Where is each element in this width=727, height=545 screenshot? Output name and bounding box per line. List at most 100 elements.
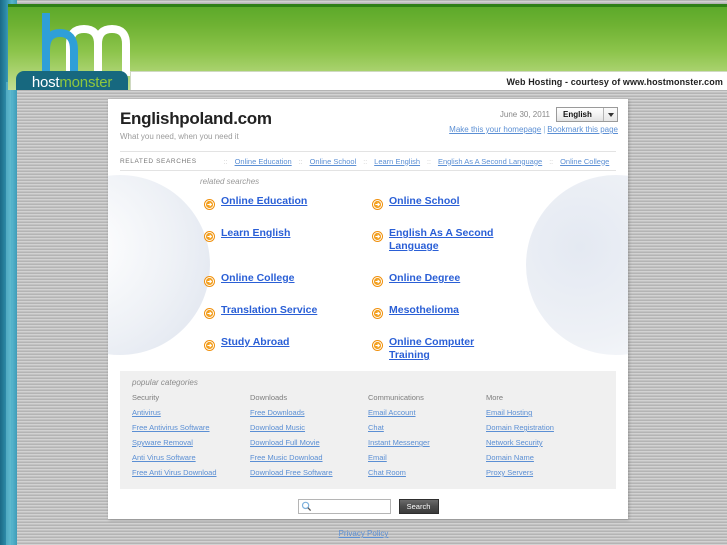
popular-category-link[interactable]: Spyware Removal [132, 438, 250, 447]
chevron-down-icon[interactable] [603, 108, 617, 121]
related-search-link[interactable]: Learn English [221, 227, 290, 240]
footer: Privacy Policy [0, 523, 727, 541]
related-search-item[interactable]: Mesothelioma [372, 304, 604, 319]
related-bar-link[interactable]: Online College [560, 157, 609, 166]
header-right-block: June 30, 2011 English Make this your hom… [449, 107, 618, 134]
wordmark-host: host [31, 73, 60, 91]
related-searches-bar-links: :: Online Education:: Online School:: Learn… [217, 157, 610, 166]
popular-categories-section: popular categories Security Antivirus Free… [120, 371, 616, 489]
related-bar-separator: :: [298, 158, 303, 166]
related-searches-bar-label: RELATED SEARCHES [120, 157, 197, 165]
banner-top-edge [8, 4, 727, 7]
related-searches-heading: related searches [200, 177, 260, 186]
related-search-item[interactable]: Online Education [204, 195, 372, 210]
popular-category-link[interactable]: Free Music Download [250, 453, 368, 462]
popular-category-column: Security Antivirus Free Antivirus Software… [132, 393, 250, 483]
popular-category-column: Downloads Free Downloads Download Music Dow… [250, 393, 368, 483]
courtesy-text: Web Hosting - courtesy of www.hostmonste… [506, 77, 723, 87]
popular-category-link[interactable]: Network Security [486, 438, 604, 447]
header-links: Make this your homepage | Bookmark this pa… [449, 125, 618, 134]
related-bar-separator: :: [427, 158, 431, 166]
popular-category-link[interactable]: Chat Room [368, 468, 486, 477]
related-search-link[interactable]: Online Computer Training [389, 336, 517, 362]
related-search-item[interactable]: English As A Second Language [372, 227, 604, 253]
make-homepage-link[interactable]: Make this your homepage [449, 125, 541, 134]
related-searches-bar: RELATED SEARCHES :: Online Education:: Onl… [120, 151, 616, 171]
popular-category-link[interactable]: Domain Registration [486, 423, 604, 432]
hostmonster-wordmark-tab[interactable]: hostmonster [16, 71, 128, 90]
popular-category-column-title: More [486, 393, 504, 402]
privacy-policy-link[interactable]: Privacy Policy [339, 529, 389, 538]
related-search-link[interactable]: Study Abroad [221, 336, 289, 349]
circle-arrow-right-icon [204, 197, 215, 210]
popular-category-link[interactable]: Download Full Movie [250, 438, 368, 447]
date-and-language-row: June 30, 2011 English [449, 107, 618, 122]
courtesy-strip: Web Hosting - courtesy of www.hostmonste… [130, 71, 727, 90]
related-search-link[interactable]: Translation Service [221, 304, 317, 317]
top-banner: hostmonster Web Hosting - courtesy of ww… [8, 4, 727, 90]
related-search-link[interactable]: Mesothelioma [389, 304, 459, 317]
hostmonster-hm-logo-icon [30, 10, 130, 80]
circle-arrow-right-icon [372, 306, 383, 319]
popular-category-column-title: Communications [368, 393, 424, 402]
popular-category-link[interactable]: Free Anti Virus Download [132, 468, 250, 477]
related-bar-link[interactable]: English As A Second Language [438, 157, 542, 166]
related-search-item[interactable]: Online Computer Training [372, 336, 604, 362]
circle-arrow-right-icon [204, 274, 215, 287]
related-bar-separator: :: [549, 158, 554, 166]
popular-category-link[interactable]: Anti Virus Software [132, 453, 250, 462]
popular-category-link[interactable]: Chat [368, 423, 486, 432]
related-search-link[interactable]: Online Education [221, 195, 307, 208]
related-bar-link[interactable]: Online Education [235, 157, 292, 166]
circle-arrow-right-icon [204, 306, 215, 319]
bookmark-page-link[interactable]: Bookmark this page [547, 125, 618, 134]
related-search-link[interactable]: Online School [389, 195, 460, 208]
related-bar-separator: :: [223, 158, 228, 166]
related-search-item[interactable]: Online College [204, 272, 372, 287]
popular-category-link[interactable]: Download Free Software [250, 468, 368, 477]
related-search-item[interactable]: Study Abroad [204, 336, 372, 362]
main-content-panel: Englishpoland.com What you need, when yo… [108, 99, 628, 519]
related-search-item[interactable]: Online Degree [372, 272, 604, 287]
popular-category-link[interactable]: Email Account [368, 408, 486, 417]
related-search-link[interactable]: Online Degree [389, 272, 460, 285]
search-button[interactable]: Search [398, 499, 439, 514]
popular-category-column: Communications Email Account Chat Instant M… [368, 393, 486, 483]
search-input[interactable] [313, 502, 390, 511]
circle-arrow-right-icon [204, 229, 215, 242]
panel-header: Englishpoland.com What you need, when yo… [108, 99, 628, 152]
current-date: June 30, 2011 [499, 110, 550, 119]
popular-category-link[interactable]: Email Hosting [486, 408, 604, 417]
popular-category-link[interactable]: Proxy Servers [486, 468, 604, 477]
language-select[interactable]: English [556, 107, 618, 122]
popular-category-link[interactable]: Antivirus [132, 408, 250, 417]
popular-category-link[interactable]: Free Antivirus Software [132, 423, 250, 432]
popular-category-link[interactable]: Instant Messenger [368, 438, 486, 447]
popular-category-column: More Email Hosting Domain Registration Netw… [486, 393, 604, 483]
left-accent-rail-highlight [6, 82, 11, 545]
magnifier-icon [301, 501, 314, 512]
related-search-item[interactable]: Online School [372, 195, 604, 210]
popular-category-link[interactable]: Email [368, 453, 486, 462]
language-select-value: English [563, 110, 592, 119]
popular-category-link[interactable]: Free Downloads [250, 408, 368, 417]
decorative-circle-left [108, 175, 210, 355]
popular-categories-grid: Security Antivirus Free Antivirus Software… [132, 393, 604, 483]
circle-arrow-right-icon [372, 229, 383, 242]
related-search-item[interactable]: Translation Service [204, 304, 372, 319]
related-search-link[interactable]: English As A Second Language [389, 227, 517, 253]
circle-arrow-right-icon [372, 197, 383, 210]
related-searches-grid: Online Education Online School Learn Engli… [204, 195, 604, 362]
popular-category-column-title: Downloads [250, 393, 288, 402]
circle-arrow-right-icon [372, 338, 383, 351]
wordmark-monster: monster [59, 73, 113, 91]
search-row: Search [108, 499, 628, 514]
popular-categories-heading: popular categories [132, 378, 198, 387]
search-input-shell[interactable] [297, 499, 391, 514]
related-bar-link[interactable]: Learn English [374, 157, 420, 166]
popular-category-link[interactable]: Download Music [250, 423, 368, 432]
popular-category-link[interactable]: Domain Name [486, 453, 604, 462]
related-bar-link[interactable]: Online School [310, 157, 357, 166]
related-search-link[interactable]: Online College [221, 272, 295, 285]
related-search-item[interactable]: Learn English [204, 227, 372, 253]
